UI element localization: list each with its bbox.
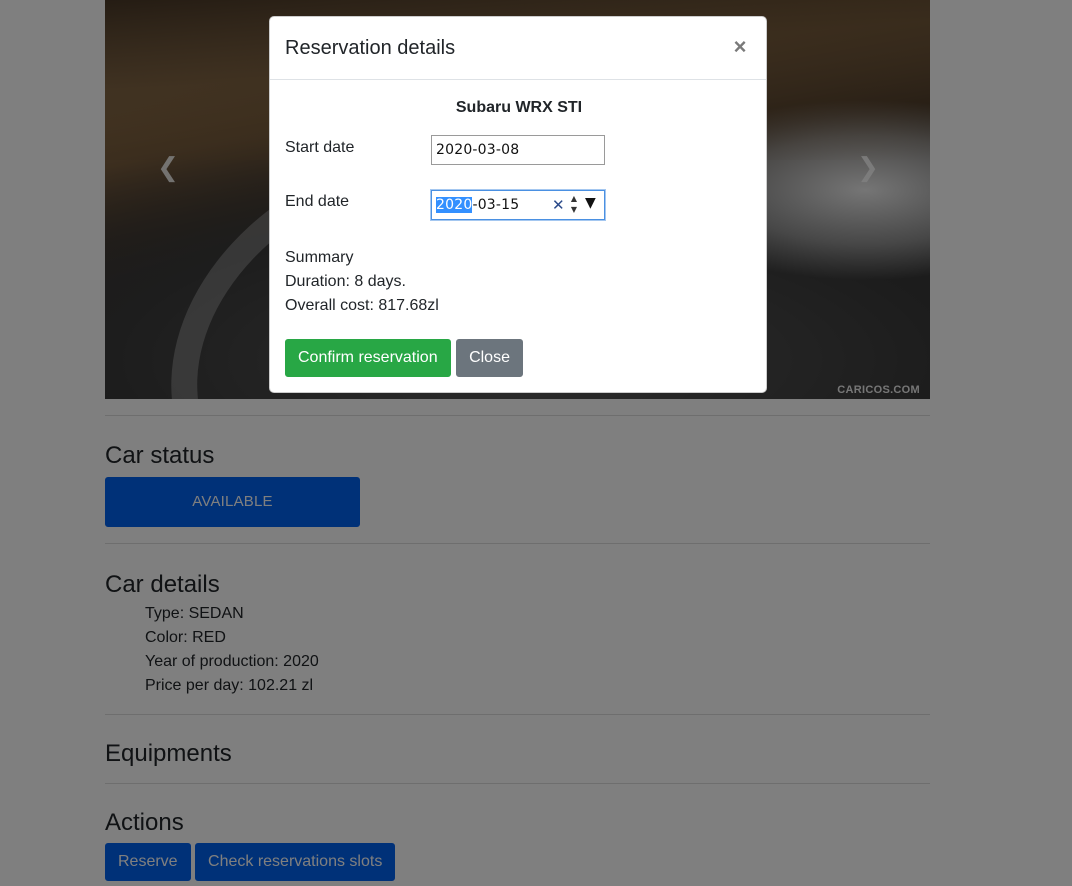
end-date-value: 2020-03-15: [436, 197, 519, 213]
end-date-input[interactable]: 2020-03-15 ✕ ▲ ▼ ▼: [431, 190, 605, 220]
close-icon[interactable]: ×: [730, 35, 750, 59]
modal-actions: Confirm reservation Close: [285, 339, 524, 377]
start-date-label: Start date: [285, 139, 355, 156]
reservation-details-modal: Reservation details × Subaru WRX STI Sta…: [269, 16, 767, 393]
summary-duration: Duration: 8 days.: [285, 273, 406, 290]
car-name: Subaru WRX STI: [455, 99, 583, 116]
clear-icon[interactable]: ✕: [552, 196, 565, 214]
dropdown-arrow-icon[interactable]: ▼: [585, 195, 596, 211]
end-date-label: End date: [285, 193, 350, 210]
summary-title: Summary: [285, 249, 354, 266]
spinner-icon[interactable]: ▲ ▼: [568, 193, 580, 217]
end-date-selected-year: 2020: [436, 197, 473, 213]
reservation-summary: Summary Duration: 8 days. Overall cost: …: [285, 246, 439, 318]
start-date-value: 2020-03-08: [436, 142, 520, 158]
modal-title: Reservation details: [285, 37, 456, 59]
summary-overall-cost: Overall cost: 817.68zl: [285, 297, 439, 314]
start-date-input[interactable]: 2020-03-08: [431, 135, 605, 165]
confirm-reservation-button[interactable]: Confirm reservation: [285, 339, 451, 377]
close-button[interactable]: Close: [456, 339, 523, 377]
end-date-rest: -03-15: [472, 197, 520, 213]
modal-header: Reservation details ×: [270, 17, 766, 80]
